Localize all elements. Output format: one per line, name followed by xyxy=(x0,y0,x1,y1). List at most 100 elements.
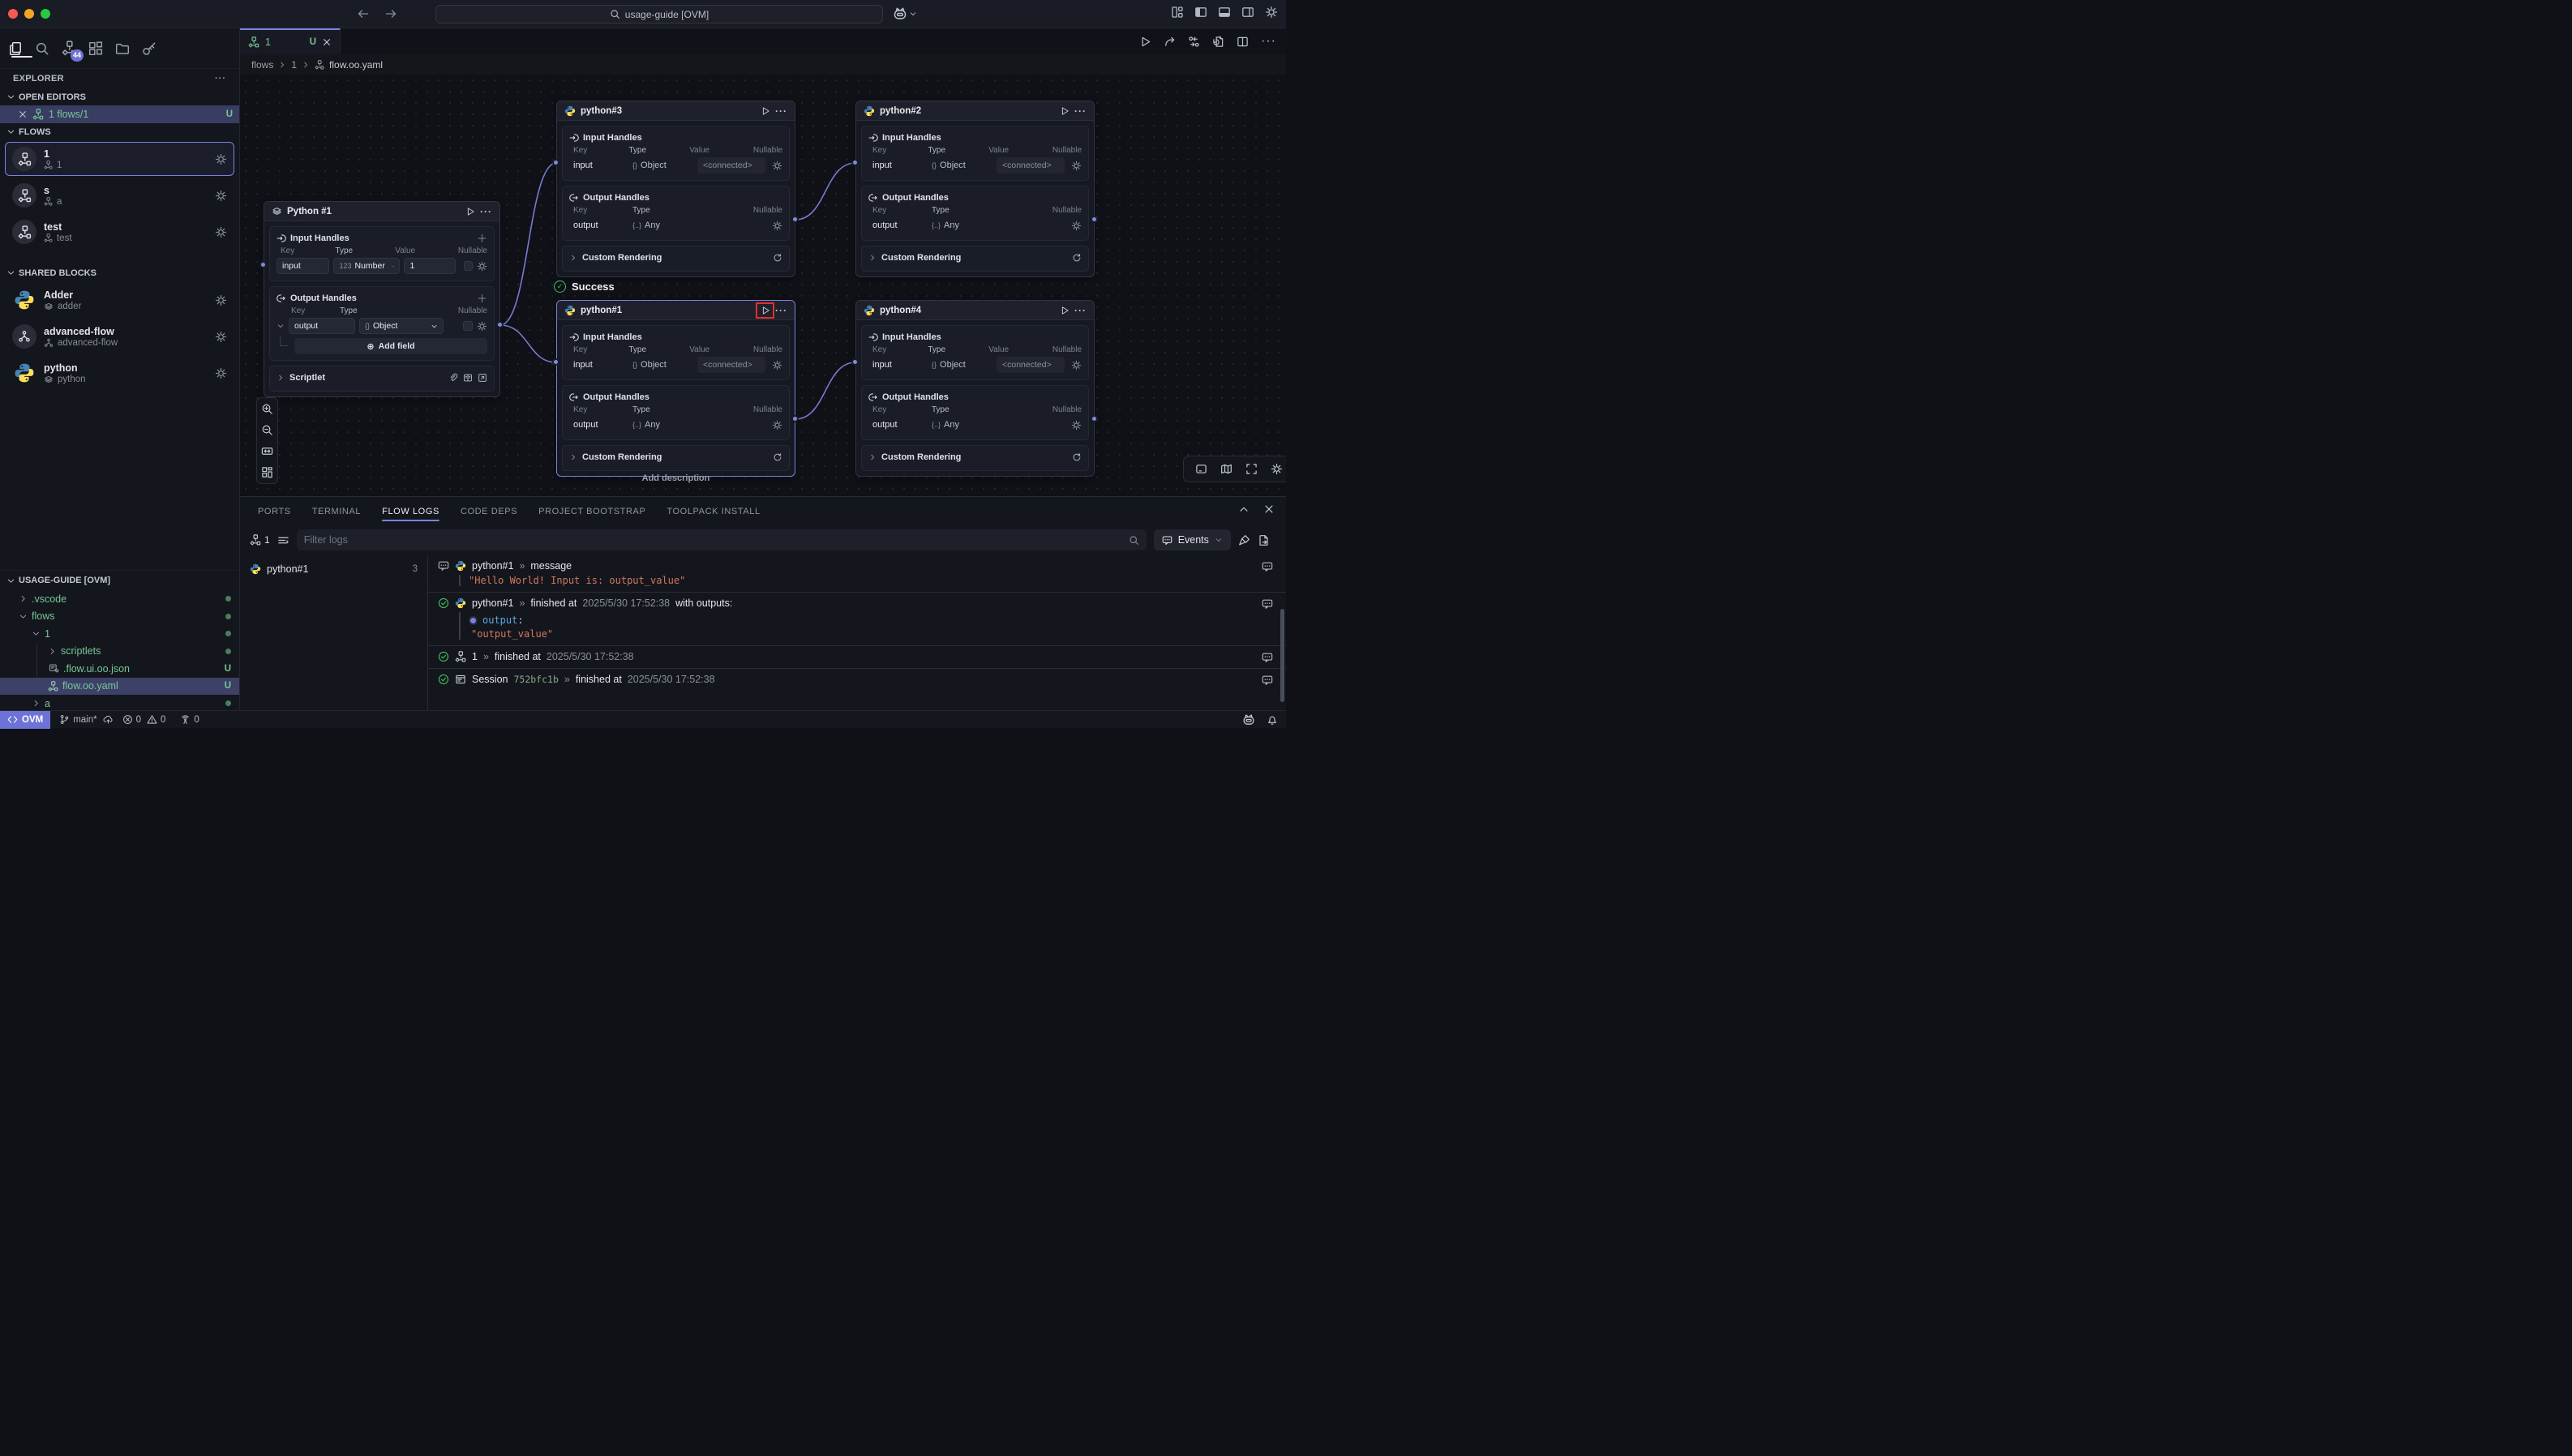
docs-book-icon[interactable] xyxy=(463,373,473,383)
log-row-flow-finished[interactable]: 1 » finished at 2025/5/30 17:52:38 xyxy=(428,646,1286,669)
settings-gear-icon[interactable] xyxy=(1265,6,1278,19)
flow-settings-gear-icon[interactable] xyxy=(215,153,227,165)
tree-item-1[interactable]: 1 xyxy=(0,625,239,643)
flow-item-test[interactable]: test test xyxy=(5,215,234,249)
add-description-button[interactable]: Add description xyxy=(556,473,795,483)
handle-gear-icon[interactable] xyxy=(477,321,487,332)
scriptlet-section[interactable]: Scriptlet xyxy=(269,366,495,392)
nullable-checkbox[interactable] xyxy=(463,321,473,331)
maximize-window-button[interactable] xyxy=(41,9,50,19)
attach-paperclip-icon[interactable] xyxy=(448,373,458,383)
add-field-button[interactable]: ⊕Add field xyxy=(294,338,487,354)
flow-item-s[interactable]: s a xyxy=(5,178,234,212)
tab-code-deps[interactable]: CODE DEPS xyxy=(461,497,517,525)
handle-gear-icon[interactable] xyxy=(772,161,782,171)
split-editor-icon[interactable] xyxy=(1237,36,1249,48)
copilot-menu[interactable] xyxy=(893,6,917,21)
output-handle-dot[interactable] xyxy=(496,321,504,328)
tab-flow-1[interactable]: 1 U xyxy=(240,28,341,54)
log-row-node-finished[interactable]: python#1 » finished at 2025/5/30 17:52:3… xyxy=(428,593,1286,646)
handle-gear-icon[interactable] xyxy=(772,360,782,370)
handle-gear-icon[interactable] xyxy=(772,221,782,231)
minimize-window-button[interactable] xyxy=(24,9,34,19)
tree-item-flow-ui-json[interactable]: .flow.ui.oo.jsonU xyxy=(37,660,239,678)
close-icon[interactable] xyxy=(18,109,28,119)
blocks-view-icon[interactable] xyxy=(87,40,105,58)
zoom-in-icon[interactable] xyxy=(261,403,273,415)
run-node-icon[interactable] xyxy=(465,207,475,216)
log-source-python1[interactable]: python#1 3 xyxy=(240,559,427,579)
node-more-icon[interactable]: ··· xyxy=(775,305,787,316)
run-flow-icon[interactable] xyxy=(1139,36,1151,48)
tab-terminal[interactable]: TERMINAL xyxy=(312,497,361,525)
refresh-icon[interactable] xyxy=(773,452,782,462)
minimap-icon[interactable] xyxy=(1220,463,1232,475)
toggle-secondary-sidebar-icon[interactable] xyxy=(1241,6,1254,19)
export-logs-icon[interactable] xyxy=(1258,534,1270,546)
flow-canvas[interactable]: Python #1 ··· Input Handles ＋ KeyTypeVal… xyxy=(240,75,1286,496)
custom-rendering-section[interactable]: Custom Rendering xyxy=(562,445,790,471)
input-handle-dot[interactable] xyxy=(259,261,267,268)
input-handle-dot[interactable] xyxy=(552,159,559,166)
input-key-field[interactable]: input xyxy=(276,258,329,274)
breadcrumb-1[interactable]: 1 xyxy=(291,59,297,71)
node-more-icon[interactable]: ··· xyxy=(1074,105,1087,117)
node-python3[interactable]: python#3 ··· Input Handles KeyTypeValueN… xyxy=(556,101,795,277)
custom-rendering-section[interactable]: Custom Rendering xyxy=(562,246,790,272)
run-node-icon[interactable] xyxy=(1060,306,1070,315)
git-branch-status[interactable]: main* xyxy=(59,714,113,725)
fullscreen-icon[interactable] xyxy=(1245,463,1258,475)
tree-item-scriptlets[interactable]: scriptlets xyxy=(37,643,239,661)
open-editors-header[interactable]: OPEN EDITORS xyxy=(0,88,239,105)
comment-icon[interactable] xyxy=(1262,652,1273,663)
log-row-message[interactable]: python#1 » message "Hello World! Input i… xyxy=(428,555,1286,593)
output-handle-dot[interactable] xyxy=(1091,415,1098,422)
refresh-icon[interactable] xyxy=(773,253,782,263)
run-node-icon[interactable] xyxy=(761,106,770,116)
chevron-down-icon[interactable] xyxy=(276,322,285,330)
comment-icon[interactable] xyxy=(1262,561,1273,572)
folder-view-icon[interactable] xyxy=(114,40,131,58)
node-python4[interactable]: python#4 ··· Input Handles KeyTypeValueN… xyxy=(855,300,1095,477)
command-center-search[interactable]: usage-guide [OVM] xyxy=(435,5,883,24)
problems-status[interactable]: 0 0 xyxy=(122,714,166,725)
close-window-button[interactable] xyxy=(8,9,18,19)
shared-block-adder[interactable]: Adder adder xyxy=(5,283,234,317)
rerun-icon[interactable] xyxy=(1164,36,1176,48)
logs-scrollbar[interactable] xyxy=(1280,609,1284,702)
block-settings-gear-icon[interactable] xyxy=(215,331,227,343)
tab-flow-logs[interactable]: FLOW LOGS xyxy=(382,497,439,525)
refresh-icon[interactable] xyxy=(1072,452,1082,462)
node-more-icon[interactable]: ··· xyxy=(775,105,787,117)
breadcrumb-flows[interactable]: flows xyxy=(251,59,273,71)
block-settings-gear-icon[interactable] xyxy=(215,367,227,379)
keys-view-icon[interactable] xyxy=(140,40,158,58)
shared-block-python[interactable]: python python xyxy=(5,356,234,390)
more-actions-icon[interactable]: ··· xyxy=(1261,34,1276,49)
handle-gear-icon[interactable] xyxy=(1071,420,1082,430)
handle-gear-icon[interactable] xyxy=(1071,221,1082,231)
block-settings-gear-icon[interactable] xyxy=(215,294,227,306)
tree-item-flow-oo-yaml[interactable]: flow.oo.yamlU xyxy=(0,678,239,696)
output-handle-dot[interactable] xyxy=(1091,216,1098,223)
auto-layout-icon[interactable] xyxy=(261,466,273,478)
search-view-icon[interactable] xyxy=(33,40,51,58)
notifications-bell-icon[interactable] xyxy=(1267,714,1278,726)
zoom-out-icon[interactable] xyxy=(261,424,273,436)
open-editor-item[interactable]: 1 flows/1 U xyxy=(0,105,239,123)
input-handle-dot[interactable] xyxy=(851,358,859,366)
canvas-settings-gear-icon[interactable] xyxy=(1271,463,1283,475)
node-more-icon[interactable]: ··· xyxy=(480,206,492,217)
shared-block-advanced-flow[interactable]: advanced-flow advanced-flow xyxy=(5,319,234,353)
remote-indicator[interactable]: OVM xyxy=(0,711,50,729)
input-handle-dot[interactable] xyxy=(851,159,859,166)
close-tab-icon[interactable] xyxy=(322,37,332,47)
workspace-section-header[interactable]: USAGE-GUIDE [OVM] xyxy=(0,571,239,590)
node-python1[interactable]: python#1 ··· Input Handles KeyTypeValueN… xyxy=(556,300,795,477)
flow-settings-gear-icon[interactable] xyxy=(215,226,227,238)
custom-rendering-section[interactable]: Custom Rendering xyxy=(861,246,1089,272)
handle-gear-icon[interactable] xyxy=(477,261,487,272)
flows-section-header[interactable]: FLOWS xyxy=(0,123,239,140)
handle-gear-icon[interactable] xyxy=(1071,360,1082,370)
shared-blocks-header[interactable]: SHARED BLOCKS xyxy=(0,264,239,281)
